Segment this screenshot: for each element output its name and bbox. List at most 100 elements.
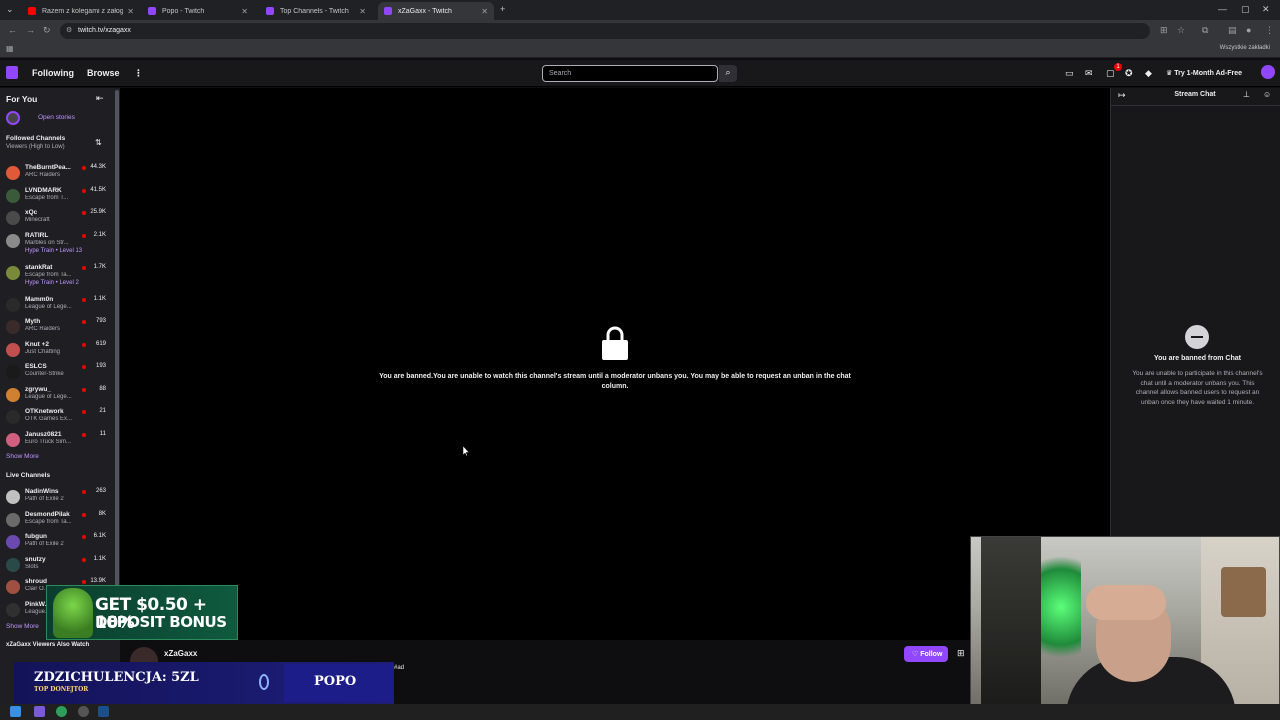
- live-dot-icon: [82, 188, 86, 193]
- more-menu-icon[interactable]: ⋮: [134, 68, 143, 79]
- bookmark-star-icon[interactable]: ☆: [1177, 25, 1185, 36]
- viewer-count: 13.9K: [90, 578, 106, 584]
- new-tab-icon[interactable]: +: [500, 4, 505, 14]
- extensions-icon[interactable]: ⧉: [1202, 25, 1208, 36]
- following-link[interactable]: Following: [32, 68, 74, 78]
- all-bookmarks-link[interactable]: Wszystkie zakładki: [1220, 45, 1270, 51]
- browser-tab-1[interactable]: Razem z kolegami z załogi przyl... ✕: [22, 2, 140, 20]
- taskbar-app-icon[interactable]: [34, 706, 45, 717]
- sidebar-channel-item[interactable]: TheBurntPea... ARC Raiders 44.3K: [0, 164, 112, 186]
- site-info-icon[interactable]: ⚙: [66, 26, 72, 34]
- tab-search-icon[interactable]: ⌄: [6, 4, 14, 15]
- browser-tab-4-active[interactable]: xZaGaxx - Twitch ✕: [378, 2, 494, 20]
- streamer-webcam: [970, 536, 1280, 714]
- ad-free-button[interactable]: ♛ Try 1-Month Ad-Free: [1166, 65, 1242, 81]
- sidebar-channel-item[interactable]: snutzy Slots 1.1K: [0, 556, 112, 578]
- collapse-sidebar-icon[interactable]: ⇤: [96, 93, 104, 104]
- video-player[interactable]: [120, 88, 1110, 640]
- start-icon[interactable]: [10, 706, 21, 717]
- gift-sub-icon[interactable]: ⊞: [957, 648, 965, 659]
- live-dot-icon: [82, 365, 86, 369]
- notification-badge: 1: [1114, 63, 1122, 71]
- sidebar-channel-item[interactable]: xQc Minecraft 25.9K: [0, 209, 112, 231]
- notifications-icon[interactable]: ▢: [1106, 68, 1115, 79]
- pin-icon[interactable]: ⊥: [1243, 90, 1250, 99]
- sidebar-channel-item[interactable]: Knut +2 Just Chatting 619: [0, 341, 112, 363]
- sidebar-channel-game: Just Chatting: [25, 348, 61, 355]
- webcam-shelf: [981, 537, 1041, 713]
- search-input[interactable]: Search: [542, 65, 718, 82]
- reload-icon[interactable]: ↻: [43, 25, 51, 36]
- apps-icon[interactable]: ▦: [6, 44, 14, 53]
- viewer-count: 793: [95, 318, 106, 324]
- window-close-icon[interactable]: ✕: [1262, 4, 1270, 15]
- close-icon[interactable]: ✕: [359, 7, 366, 16]
- sort-icon[interactable]: ⇅: [95, 138, 102, 147]
- profile-icon[interactable]: ●: [1246, 25, 1251, 35]
- sidepanel-icon[interactable]: ▤: [1228, 25, 1237, 36]
- sidebar-channel-item[interactable]: DesmondPilak Escape from Ta... 8K: [0, 511, 112, 533]
- channel-name[interactable]: xZaGaxx: [164, 649, 197, 658]
- tab-title: Razem z kolegami z załogi przyl...: [42, 7, 124, 15]
- sidebar-channel-game: OTK Games Ex...: [25, 416, 73, 422]
- close-icon[interactable]: ✕: [481, 7, 488, 16]
- follow-button[interactable]: ♡ Follow: [904, 646, 948, 662]
- search-button[interactable]: ⌕: [719, 65, 737, 82]
- drops-icon[interactable]: ◆: [1145, 68, 1152, 79]
- sidebar-channel-item[interactable]: fubgun Path of Exile 2 6.1K: [0, 533, 112, 555]
- sidebar-channel-name: LVNDMARK: [25, 186, 62, 194]
- sidebar-channel-name: snutzy: [25, 555, 46, 563]
- viewer-count: 88: [99, 385, 106, 392]
- browser-tab-3[interactable]: Top Channels - Twitch ✕: [260, 2, 372, 20]
- open-stories-link[interactable]: Open stories: [38, 114, 75, 121]
- sidebar-channel-item[interactable]: NadinWins Path of Exile 2 263: [0, 488, 112, 510]
- donor-name: POPO: [314, 674, 357, 689]
- viewer-count: 1.7K: [93, 263, 106, 270]
- channel-avatar: [6, 410, 20, 424]
- translate-icon[interactable]: ⊞: [1160, 25, 1168, 36]
- close-icon[interactable]: ✕: [127, 7, 134, 16]
- bits-icon[interactable]: ✪: [1125, 68, 1133, 79]
- sidebar-channel-name: Myth: [25, 318, 41, 325]
- forward-icon[interactable]: →: [26, 25, 35, 35]
- close-icon[interactable]: ✕: [241, 7, 248, 16]
- sidebar-channel-item[interactable]: LVNDMARK Escape from T... 41.5K: [0, 187, 112, 209]
- user-avatar[interactable]: [1261, 65, 1275, 79]
- maximize-icon[interactable]: ▢: [1241, 4, 1250, 15]
- steam-icon[interactable]: [98, 706, 109, 717]
- url-field[interactable]: twitch.tv/xzagaxx: [60, 23, 1150, 39]
- community-icon[interactable]: ☺: [1263, 90, 1271, 99]
- chrome-icon[interactable]: [56, 706, 67, 717]
- sidebar-channel-item[interactable]: zgrywu_ League of Lege... 88: [0, 386, 112, 408]
- sidebar-channel-game: ARC Raiders: [25, 172, 61, 178]
- sidebar-scroll-thumb[interactable]: [115, 90, 119, 630]
- sidebar-channel-name: DesmondPilak: [25, 510, 70, 518]
- sidebar-channel-item[interactable]: OTKnetwork OTK Games Ex... 21: [0, 408, 112, 430]
- browse-link[interactable]: Browse: [87, 68, 120, 78]
- back-icon[interactable]: ←: [8, 25, 17, 35]
- collapse-chat-icon[interactable]: ↦: [1118, 90, 1126, 101]
- sidebar-channel-item[interactable]: Myth ARC Raiders 793: [0, 318, 112, 340]
- sidebar-channel-item[interactable]: RATIRL Marbles on Str... Hype Train • Leve…: [0, 232, 112, 254]
- sidebar-channel-item[interactable]: Janusz0821 Euro Truck Sim... 11: [0, 431, 112, 453]
- live-dot-icon: [82, 535, 86, 539]
- viewer-count: 2.1K: [93, 231, 106, 238]
- live-dot-icon: [82, 512, 86, 517]
- channel-tag[interactable]: #ad: [394, 665, 404, 671]
- sidebar-channel-item[interactable]: Mamm0n League of Lege... 1.1K: [0, 296, 112, 318]
- browser-tab-2[interactable]: Popo - Twitch ✕: [142, 2, 254, 20]
- menu-icon[interactable]: ⋮: [1265, 25, 1274, 36]
- stories-avatar[interactable]: [6, 111, 20, 125]
- twitch-logo-icon[interactable]: [6, 66, 18, 79]
- prime-loot-icon[interactable]: ▭: [1065, 68, 1074, 79]
- sidebar-channel-item[interactable]: stankRat Escape from Ta... Hype Train • Le…: [0, 264, 112, 286]
- sidebar-channel-item[interactable]: ESLCS Counter-Strike 193: [0, 363, 112, 385]
- show-more-followed[interactable]: Show More: [6, 453, 39, 460]
- search-placeholder: Search: [549, 70, 572, 77]
- whispers-icon[interactable]: ✉: [1085, 68, 1093, 79]
- minimize-icon[interactable]: —: [1218, 4, 1227, 14]
- show-more-live[interactable]: Show More: [6, 623, 39, 630]
- channel-avatar: [6, 432, 20, 447]
- taskbar-app-icon[interactable]: [78, 706, 89, 717]
- bookmarks-bar: ▦ Wszystkie zakładki: [0, 42, 1280, 58]
